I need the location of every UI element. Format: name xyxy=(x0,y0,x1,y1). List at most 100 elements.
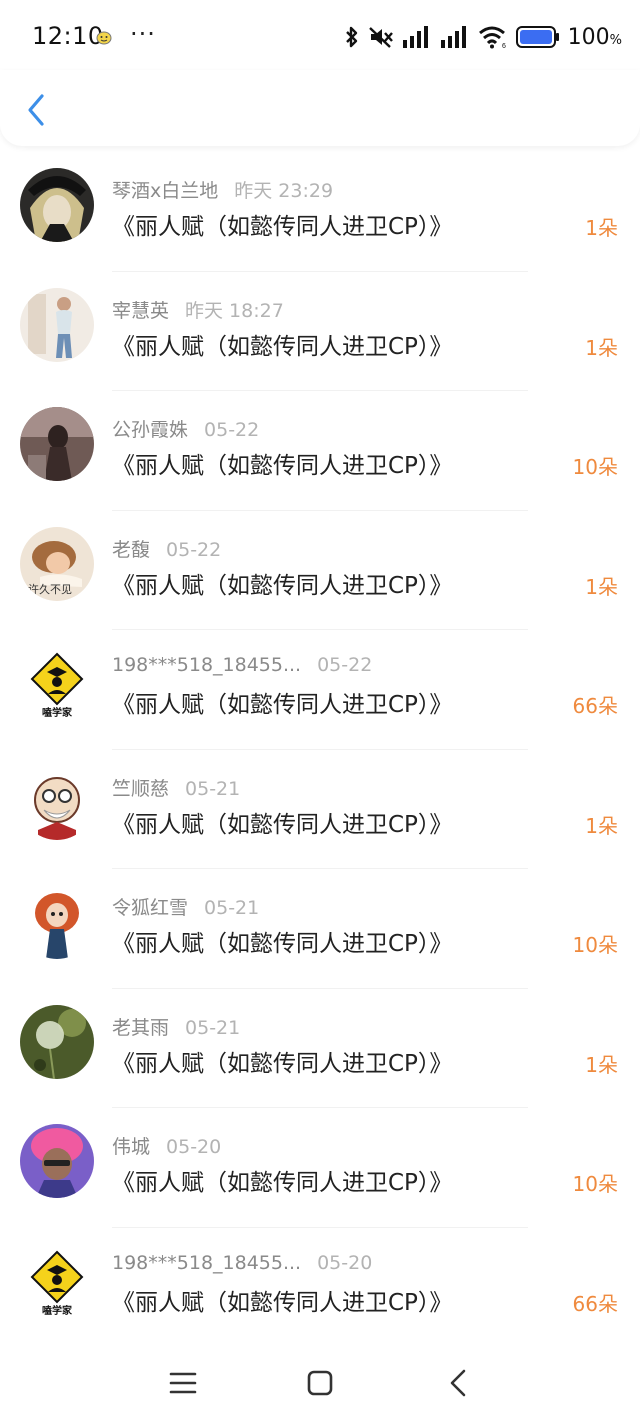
list-item[interactable]: 竺顺慈 05-21 《丽人赋（如懿传同人进卫CP）》 1朵 xyxy=(0,750,640,869)
item-meta: 竺顺慈 05-21 xyxy=(112,774,240,801)
avatar-cartoon-old-man-image xyxy=(20,765,94,840)
avatar[interactable]: 许久不见 xyxy=(20,526,94,601)
back-triangle-icon[interactable] xyxy=(444,1368,474,1398)
gift-amount: 66朵 xyxy=(572,1291,618,1316)
gift-amount: 66朵 xyxy=(572,694,618,718)
user-name: 令狐红雪 xyxy=(112,897,189,919)
book-title: 《丽人赋（如懿传同人进卫CP）》 xyxy=(112,811,453,838)
notification-smiley-icon xyxy=(96,31,112,45)
menu-icon[interactable] xyxy=(168,1368,198,1398)
item-date: 05-22 xyxy=(204,419,260,441)
user-name: 老其雨 xyxy=(112,1016,170,1039)
avatar[interactable]: 嗑学家 xyxy=(20,1243,94,1318)
list-item[interactable]: 伟城 05-20 《丽人赋（如懿传同人进卫CP）》 10朵 xyxy=(0,1108,640,1228)
item-date: 05-20 xyxy=(166,1136,222,1158)
gift-amount: 1朵 xyxy=(585,335,618,360)
svg-text:6: 6 xyxy=(502,43,506,49)
user-name: 琴酒x白兰地 xyxy=(112,180,219,202)
book-title: 《丽人赋（如懿传同人进卫CP）》 xyxy=(112,692,453,718)
item-date: 05-21 xyxy=(185,1016,241,1039)
user-name: 老馥 xyxy=(112,538,151,561)
mute-icon xyxy=(368,27,393,48)
battery-percent: 100% xyxy=(567,24,622,50)
signal-2-icon xyxy=(440,26,466,48)
item-meta: 198***518_18455... 05-22 xyxy=(112,654,372,676)
user-name: 伟城 xyxy=(112,1136,151,1158)
bluetooth-icon xyxy=(345,26,357,48)
avatar-woman-photo-image xyxy=(20,287,94,362)
item-meta: 伟城 05-20 xyxy=(112,1132,221,1159)
avatar-dark-figure-image xyxy=(20,407,94,481)
user-name: 公孙霞姝 xyxy=(112,419,189,441)
avatar[interactable] xyxy=(20,168,94,242)
item-date: 05-21 xyxy=(185,777,241,800)
battery-icon xyxy=(515,26,559,48)
book-title: 《丽人赋（如懿传同人进卫CP）》 xyxy=(112,1289,453,1316)
gift-amount: 10朵 xyxy=(572,455,618,479)
avatar-scholar-logo-image: 嗑学家 xyxy=(20,646,94,720)
user-name: 竺顺慈 xyxy=(112,777,170,800)
status-time: 12:10 xyxy=(32,22,104,50)
avatar[interactable] xyxy=(20,407,94,481)
gift-amount: 1朵 xyxy=(585,216,618,240)
gift-amount: 10朵 xyxy=(572,933,618,957)
avatar[interactable] xyxy=(20,1124,94,1198)
item-date: 05-21 xyxy=(204,897,260,919)
user-name: 198***518_18455... xyxy=(112,1251,302,1274)
item-meta: 198***518_18455... 05-20 xyxy=(112,1252,372,1274)
avatar[interactable] xyxy=(20,885,94,959)
list-item[interactable]: 嗑学家 198***518_18455... 05-20 《丽人赋（如懿传同人进卫… xyxy=(0,1228,640,1348)
book-title: 《丽人赋（如懿传同人进卫CP）》 xyxy=(112,453,453,479)
avatar[interactable] xyxy=(20,1004,94,1079)
avatar-anime-pink-hair-image xyxy=(20,1124,94,1198)
book-title: 《丽人赋（如懿传同人进卫CP）》 xyxy=(112,1170,453,1196)
book-title: 《丽人赋（如懿传同人进卫CP）》 xyxy=(112,572,453,599)
book-title: 《丽人赋（如懿传同人进卫CP）》 xyxy=(112,931,453,957)
item-meta: 老馥 05-22 xyxy=(112,535,221,562)
book-title: 《丽人赋（如懿传同人进卫CP）》 xyxy=(112,1050,453,1077)
list-item[interactable]: 令狐红雪 05-21 《丽人赋（如懿传同人进卫CP）》 10朵 xyxy=(0,869,640,989)
title-bar xyxy=(0,70,640,146)
gift-amount: 1朵 xyxy=(585,1052,618,1077)
avatar-scholar-logo-image: 嗑学家 xyxy=(20,1243,94,1318)
home-square-icon[interactable] xyxy=(305,1368,335,1398)
list-item[interactable]: 宰慧英 昨天 18:27 《丽人赋（如懿传同人进卫CP）》 1朵 xyxy=(0,272,640,391)
item-meta: 令狐红雪 05-21 xyxy=(112,893,259,920)
avatar-red-hair-girl-image xyxy=(20,885,94,959)
chevron-left-icon[interactable] xyxy=(22,90,52,130)
item-meta: 琴酒x白兰地 昨天 23:29 xyxy=(112,176,333,203)
gift-amount: 1朵 xyxy=(585,813,618,838)
avatar-dandelion-image xyxy=(20,1004,94,1079)
avatar-dark-character-image xyxy=(20,168,94,242)
list-item[interactable]: 琴酒x白兰地 昨天 23:29 《丽人赋（如懿传同人进卫CP）》 1朵 xyxy=(0,152,640,272)
item-meta: 老其雨 05-21 xyxy=(112,1013,240,1040)
avatar[interactable] xyxy=(20,765,94,840)
status-more-dots: ··· xyxy=(130,20,156,48)
book-title: 《丽人赋（如懿传同人进卫CP）》 xyxy=(112,333,453,360)
svg-text:嗑学家: 嗑学家 xyxy=(42,706,73,719)
item-date: 05-22 xyxy=(166,538,222,561)
signal-1-icon xyxy=(402,26,428,48)
gift-list: 琴酒x白兰地 昨天 23:29 《丽人赋（如懿传同人进卫CP）》 1朵 宰慧英 昨天… xyxy=(0,152,640,1347)
avatar[interactable]: 嗑学家 xyxy=(20,646,94,720)
item-meta: 公孙霞姝 05-22 xyxy=(112,415,259,442)
status-bar: 12:10 ··· 6 100% xyxy=(0,0,640,76)
list-item[interactable]: 公孙霞姝 05-22 《丽人赋（如懿传同人进卫CP）》 10朵 xyxy=(0,391,640,511)
item-date: 昨天 18:27 xyxy=(185,299,284,322)
avatar-girl-lying-image: 许久不见 xyxy=(20,526,94,601)
svg-text:许久不见: 许久不见 xyxy=(28,583,72,596)
avatar[interactable] xyxy=(20,287,94,362)
user-name: 198***518_18455... xyxy=(112,654,302,676)
system-nav-bar xyxy=(0,1344,640,1424)
list-item[interactable]: 许久不见 老馥 05-22 《丽人赋（如懿传同人进卫CP）》 1朵 xyxy=(0,511,640,630)
item-date: 05-20 xyxy=(317,1251,373,1274)
item-date: 昨天 23:29 xyxy=(234,180,334,202)
gift-amount: 1朵 xyxy=(585,574,618,599)
gift-amount: 10朵 xyxy=(572,1172,618,1196)
book-title: 《丽人赋（如懿传同人进卫CP）》 xyxy=(112,214,453,240)
item-meta: 宰慧英 昨天 18:27 xyxy=(112,296,284,323)
list-item[interactable]: 嗑学家 198***518_18455... 05-22 《丽人赋（如懿传同人进卫… xyxy=(0,630,640,750)
wifi-icon: 6 xyxy=(478,26,506,49)
list-item[interactable]: 老其雨 05-21 《丽人赋（如懿传同人进卫CP）》 1朵 xyxy=(0,989,640,1108)
svg-text:嗑学家: 嗑学家 xyxy=(42,1304,73,1317)
